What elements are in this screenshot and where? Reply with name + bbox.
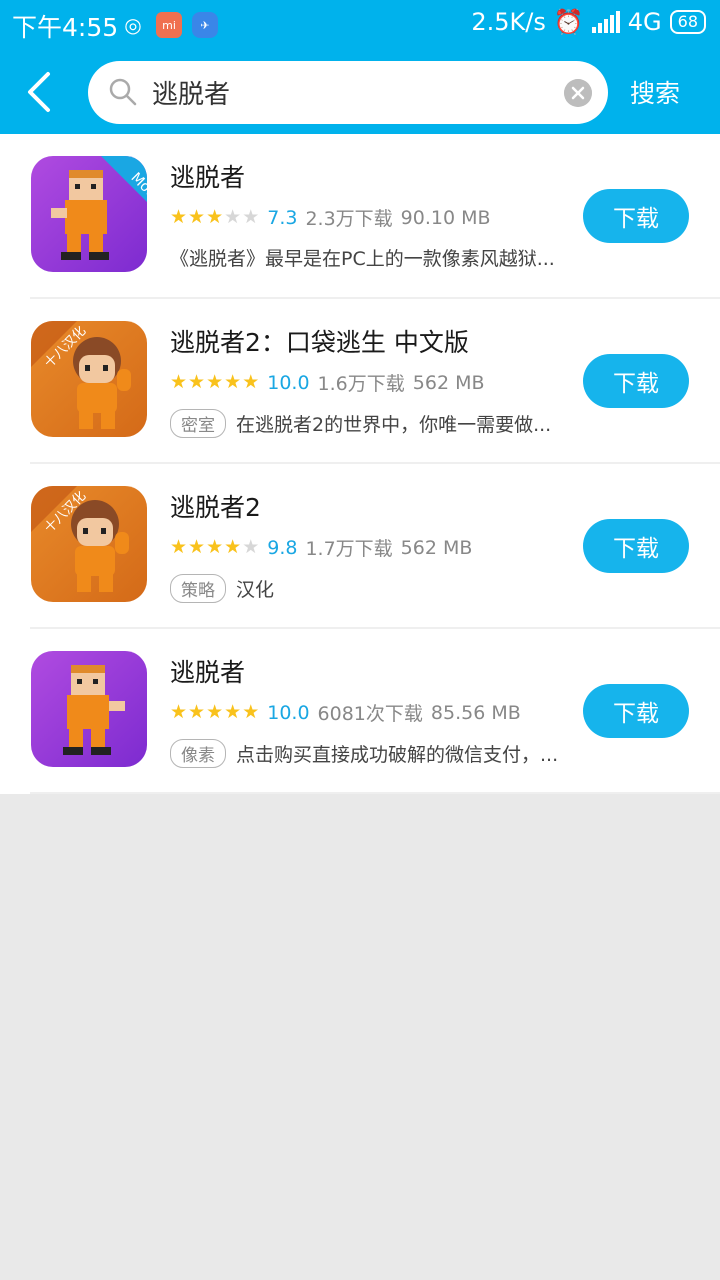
download-button[interactable]: 下载 xyxy=(583,189,689,243)
star-icon: ★ xyxy=(206,206,224,228)
status-bar: 下午4:55 ◎ mi ✈ 2.5K/s ⏰ 4G 68 xyxy=(0,0,720,52)
signal-icon xyxy=(591,11,620,33)
list-item[interactable]: 十八汉化 逃脱者2 ★ ★ ★ ★ ★ 9.8 1.7万下载 562 MB 策略 汉化 … xyxy=(0,464,720,629)
file-size: 90.10 MB xyxy=(400,206,491,229)
star-icon: ★ xyxy=(242,701,260,723)
app-title: 逃脱者 xyxy=(170,658,246,687)
app-description: 《逃脱者》最早是在PC上的一款像素风越狱... xyxy=(170,244,580,271)
category-tag: 策略 xyxy=(170,574,226,603)
back-arrow-icon[interactable] xyxy=(22,70,62,114)
notification-icons: ◎ mi ✈ xyxy=(120,12,218,38)
file-size: 562 MB xyxy=(412,371,485,394)
star-rating: ★ ★ ★ ★ ★ xyxy=(170,208,259,227)
app-meta: ★ ★ ★ ★ ★ 9.8 1.7万下载 562 MB xyxy=(170,534,472,561)
star-icon: ★ xyxy=(224,371,242,393)
net-speed: 2.5K/s xyxy=(471,8,546,36)
category-tag: 像素 xyxy=(170,739,226,768)
app-store-notification-icon: mi xyxy=(156,12,182,38)
star-icon: ★ xyxy=(224,701,242,723)
description-text: 在逃脱者2的世界中，你唯一需要做... xyxy=(236,414,552,436)
message-notification-icon: ◎ xyxy=(124,13,142,37)
star-icon: ★ xyxy=(242,206,260,228)
search-button[interactable]: 搜索 xyxy=(630,74,680,110)
description-text: 点击购买直接成功破解的微信支付，... xyxy=(236,744,559,766)
star-icon: ★ xyxy=(242,536,260,558)
app-icon-escapists-alt xyxy=(31,651,147,767)
file-size: 85.56 MB xyxy=(430,701,521,724)
search-box[interactable] xyxy=(88,61,608,124)
star-icon: ★ xyxy=(188,536,206,558)
list-item[interactable]: Mod 逃脱者 ★ ★ ★ ★ ★ 7.3 2.3万下载 90.10 MB 《逃脱者》最… xyxy=(0,134,720,299)
battery-indicator: 68 xyxy=(669,10,706,34)
network-type: 4G xyxy=(627,8,662,36)
search-header: 搜索 xyxy=(0,52,720,134)
rating-value: 9.8 xyxy=(267,536,298,559)
download-button[interactable]: 下载 xyxy=(583,354,689,408)
app-meta: ★ ★ ★ ★ ★ 10.0 6081次下载 85.56 MB xyxy=(170,699,521,726)
star-icon: ★ xyxy=(206,536,224,558)
app-icon-escapists2-pocket: 十八汉化 xyxy=(31,321,147,437)
star-icon: ★ xyxy=(170,371,188,393)
description-text: 汉化 xyxy=(236,579,275,601)
status-right: 2.5K/s ⏰ 4G 68 xyxy=(471,8,706,36)
rating-value: 10.0 xyxy=(267,701,310,724)
star-rating: ★ ★ ★ ★ ★ xyxy=(170,703,259,722)
star-icon: ★ xyxy=(224,536,242,558)
star-icon: ★ xyxy=(206,701,224,723)
description-text: 《逃脱者》最早是在PC上的一款像素风越狱... xyxy=(170,248,555,270)
app-meta: ★ ★ ★ ★ ★ 7.3 2.3万下载 90.10 MB xyxy=(170,204,491,231)
list-item[interactable]: 逃脱者 ★ ★ ★ ★ ★ 10.0 6081次下载 85.56 MB 像素 点击购买直… xyxy=(0,629,720,794)
file-size: 562 MB xyxy=(400,536,473,559)
status-time: 下午4:55 xyxy=(12,13,119,42)
clear-icon[interactable] xyxy=(564,79,592,107)
download-button[interactable]: 下载 xyxy=(583,684,689,738)
star-rating: ★ ★ ★ ★ ★ xyxy=(170,538,259,557)
divider xyxy=(30,792,720,794)
app-description: 像素 点击购买直接成功破解的微信支付，... xyxy=(170,739,580,768)
app-meta: ★ ★ ★ ★ ★ 10.0 1.6万下载 562 MB xyxy=(170,369,485,396)
app-title: 逃脱者2 xyxy=(170,493,261,522)
list-item[interactable]: 十八汉化 逃脱者2：口袋逃生 中文版 ★ ★ ★ ★ ★ 10.0 1.6万下载 562… xyxy=(0,299,720,464)
star-rating: ★ ★ ★ ★ ★ xyxy=(170,373,259,392)
alarm-icon: ⏰ xyxy=(553,8,584,36)
star-icon: ★ xyxy=(188,701,206,723)
rating-value: 7.3 xyxy=(267,206,298,229)
download-count: 1.7万下载 xyxy=(305,538,393,560)
star-icon: ★ xyxy=(170,536,188,558)
rating-value: 10.0 xyxy=(267,371,310,394)
download-button[interactable]: 下载 xyxy=(583,519,689,573)
star-icon: ★ xyxy=(188,206,206,228)
search-icon xyxy=(109,78,137,106)
category-tag: 密室 xyxy=(170,409,226,438)
star-icon: ★ xyxy=(170,206,188,228)
app-description: 策略 汉化 xyxy=(170,574,580,603)
download-count: 2.3万下载 xyxy=(305,208,393,230)
app-description: 密室 在逃脱者2的世界中，你唯一需要做... xyxy=(170,409,580,438)
app-icon-escapists: Mod xyxy=(31,156,147,272)
app-icon-escapists2: 十八汉化 xyxy=(31,486,147,602)
star-icon: ★ xyxy=(170,701,188,723)
app-title: 逃脱者 xyxy=(170,163,246,192)
browser-notification-icon: ✈ xyxy=(192,12,218,38)
download-count: 1.6万下载 xyxy=(317,373,405,395)
star-icon: ★ xyxy=(206,371,224,393)
star-icon: ★ xyxy=(242,371,260,393)
search-input[interactable] xyxy=(152,71,552,113)
star-icon: ★ xyxy=(188,371,206,393)
app-title: 逃脱者2：口袋逃生 中文版 xyxy=(170,328,469,357)
download-count: 6081次下载 xyxy=(317,703,423,725)
star-icon: ★ xyxy=(224,206,242,228)
results-list: Mod 逃脱者 ★ ★ ★ ★ ★ 7.3 2.3万下载 90.10 MB 《逃脱者》最… xyxy=(0,134,720,794)
